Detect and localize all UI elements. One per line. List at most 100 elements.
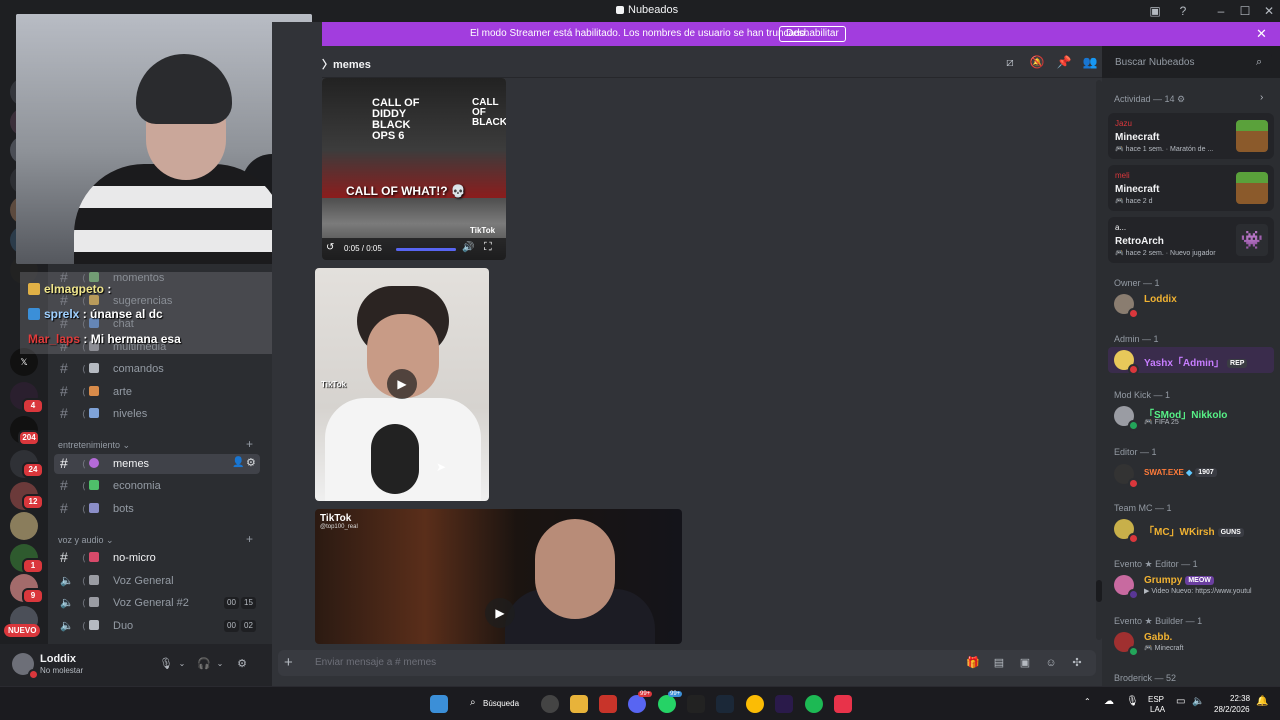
member-item[interactable]: SWAT.EXE ◆ 1907 [1108,461,1274,489]
activity-card[interactable]: a... RetroArch 🎮 hace 2 sem. · Nuevo jug… [1108,217,1274,263]
invite-icon[interactable]: 👤 [232,457,244,468]
clock-time[interactable]: 22:38 [1230,694,1250,703]
video-controls: ↺ 0:05 / 0:05 🔊 ⛶ [322,238,506,260]
channel-arte[interactable]: # ⟨ arte [54,382,260,402]
close-window-button[interactable]: ✕ [1260,2,1278,20]
volume-icon[interactable]: 🔊 [462,242,474,253]
mute-bell-icon[interactable]: 🔕 [1029,54,1045,70]
microphone-icon[interactable]: 🎙 [158,656,174,672]
maximize-button[interactable]: ☐ [1236,2,1254,20]
chrome-icon[interactable] [746,695,764,713]
fullscreen-icon[interactable]: ⛶ [484,241,492,254]
inbox-icon[interactable]: ▣ [1146,2,1164,20]
chevron-right-icon[interactable]: › [1260,92,1263,103]
gift-icon[interactable]: 🎁 [966,656,980,670]
threads-icon[interactable]: ⧄ [1002,54,1018,70]
search-input[interactable]: Buscar Nubeados ⌕ [1108,53,1272,73]
volume-icon[interactable]: 🔈 [1192,696,1204,707]
category-voz-y-audio[interactable]: voz y audio ⌄ [58,535,114,546]
taskbar-search[interactable]: ⌕ Búsqueda [462,693,528,715]
channel-no-micro[interactable]: # ⟨ no-micro [54,548,260,568]
tiktok-icon[interactable] [834,695,852,713]
channel-memes[interactable]: # ⟨ memes 👤 ⚙ [54,454,260,474]
add-attachment-icon[interactable]: + [284,654,293,671]
gear-icon[interactable]: ⚙ [1177,94,1185,104]
file-explorer-icon[interactable] [570,695,588,713]
role-header: Owner — 1 [1114,278,1160,288]
voice-user-limit: 15 [241,597,256,609]
language-indicator[interactable]: ESP [1148,695,1164,704]
close-icon[interactable]: ✕ [1256,26,1267,42]
tiktok-watermark: TikTok [321,380,347,389]
channel-economia[interactable]: # ⟨ economia [54,476,260,496]
help-icon[interactable]: ? [1174,2,1192,20]
epic-games-icon[interactable] [687,695,705,713]
premiere-icon[interactable] [775,695,793,713]
member-list-icon[interactable]: 👥 [1082,54,1098,70]
badge-icon [28,308,40,320]
video-attachment[interactable]: CALL OF DIDDY BLACK OPS 6 CALL OF BLACK … [322,78,506,260]
settings-gear-icon[interactable]: ⚙ [234,656,250,672]
apps-icon[interactable]: ✣ [1070,656,1084,670]
channel-bots[interactable]: # ⟨ bots [54,499,260,519]
whatsapp-icon[interactable] [658,695,676,713]
chat-line: Mar_laps : Mi hermana esa [28,332,181,346]
notification-badge: 99+ [668,691,683,697]
gear-icon[interactable]: ⚙ [246,456,256,469]
spotify-icon[interactable] [805,695,823,713]
channel-niveles[interactable]: # ⟨ niveles [54,404,260,424]
chevron-down-icon[interactable]: ⌄ [212,656,228,672]
member-item[interactable]: 「SMod」Nikkolo 🎮 FIFA 25 [1108,403,1274,431]
webcam-overlay [16,14,312,264]
play-icon[interactable]: ▶ [387,369,417,399]
chevron-up-icon[interactable]: ⌃ [1084,697,1091,706]
activity-card[interactable]: Jazu Minecraft 🎮 hace 1 sem. · Maratón d… [1108,113,1274,159]
disable-streamer-button[interactable]: Deshabilitar [779,26,846,42]
play-icon[interactable]: ▶ [485,598,515,628]
notifications-bell-icon[interactable]: 🔔 [1256,696,1268,707]
minimize-button[interactable]: – [1212,2,1230,20]
channel-emoji-icon: ⟨ [82,597,106,609]
notification-badge: 24 [22,462,44,478]
member-item[interactable]: Gabb. 🎮 Minecraft [1108,629,1274,657]
voice-channel-voz-general-2[interactable]: 🔈 ⟨ Voz General #2 00 15 [54,593,260,613]
video-time: 0:05 / 0:05 [344,244,382,253]
pin-icon[interactable]: 📌 [1056,54,1072,70]
voice-channel-duo[interactable]: 🔈 ⟨ Duo 00 02 [54,616,260,636]
member-item[interactable]: 「MC」WKirsh GUNS [1108,516,1274,544]
server-icon[interactable] [10,512,38,540]
category-entretenimiento[interactable]: entretenimiento ⌄ [58,440,130,451]
dnd-status-icon [28,669,39,680]
windows-start-icon[interactable] [430,695,448,713]
voice-channel-voz-general[interactable]: 🔈 ⟨ Voz General [54,571,260,591]
add-channel-icon[interactable]: + [246,532,253,546]
sticker-icon[interactable]: ▣ [1018,656,1032,670]
activity-card[interactable]: meli Minecraft 🎮 hace 2 d [1108,165,1274,211]
headphones-icon[interactable]: 🎧 [196,656,212,672]
microphone-icon[interactable]: 🎙 [1126,696,1139,707]
dnd-status-icon [1128,308,1139,319]
video-attachment[interactable]: TikTok ▶ [315,268,489,501]
discord-icon[interactable] [628,695,646,713]
member-item[interactable]: Yashx「Admin」 REP [1108,347,1274,375]
app-icon[interactable] [599,695,617,713]
video-attachment[interactable]: TikTok @top100_real ▶ [315,509,682,644]
display-icon[interactable]: ▭ [1176,696,1185,707]
channel-comandos[interactable]: # ⟨ comandos [54,359,260,379]
video-sign-text: CALL OF DIDDY BLACK OPS 6 [372,97,420,142]
message-composer[interactable]: + Enviar mensaje a # memes 🎁 ▤ ▣ ☺ ✣ [278,650,1096,676]
steam-icon[interactable] [716,695,734,713]
role-header: Team MC — 1 [1114,503,1172,513]
member-item[interactable]: Grumpy MEOW ▶ Video Nuevo: https://www.yo… [1108,572,1274,600]
gif-icon[interactable]: ▤ [992,656,1006,670]
network-icon[interactable]: ☁ [1104,696,1114,707]
replay-icon[interactable]: ↺ [326,242,334,253]
member-item[interactable]: Loddix [1108,291,1274,319]
video-progress-bar[interactable] [396,248,456,251]
add-channel-icon[interactable]: + [246,437,253,451]
member-list: Actividad — 14 ⚙ › Jazu Minecraft 🎮 hace… [1102,78,1280,686]
app-icon[interactable] [541,695,559,713]
emoji-icon[interactable]: ☺ [1044,656,1058,670]
speaker-icon: 🔈 [60,597,74,609]
chevron-down-icon[interactable]: ⌄ [174,656,190,672]
